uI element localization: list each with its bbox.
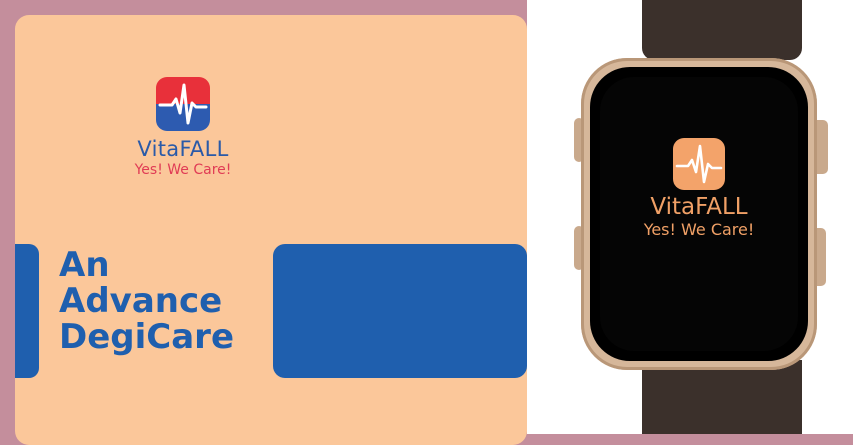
logo-block: VitaFALL Yes! We Care!: [103, 77, 263, 178]
watch-tagline: Yes! We Care!: [643, 220, 755, 239]
watch-brand-name: VitaFALL: [650, 194, 748, 220]
blue-accent-box: [273, 244, 527, 378]
left-accent-bar: [15, 244, 39, 378]
watch-band-bottom: [642, 360, 802, 434]
headline: An Advance DegiCare: [59, 247, 234, 355]
brand-tagline: Yes! We Care!: [134, 162, 232, 178]
promo-card: VitaFALL Yes! We Care! An Advance DegiCa…: [15, 15, 527, 445]
brand-name: VitaFALL: [137, 137, 229, 161]
headline-line-1: An: [59, 245, 110, 285]
heartbeat-watch-icon: [673, 138, 725, 190]
watch-band-top: [642, 0, 802, 60]
watch-logo-block: VitaFALL Yes! We Care!: [600, 138, 798, 239]
headline-line-2: Advance: [59, 281, 223, 321]
headline-line-3: DegiCare: [59, 317, 234, 357]
heartbeat-logo-icon: [156, 77, 210, 131]
